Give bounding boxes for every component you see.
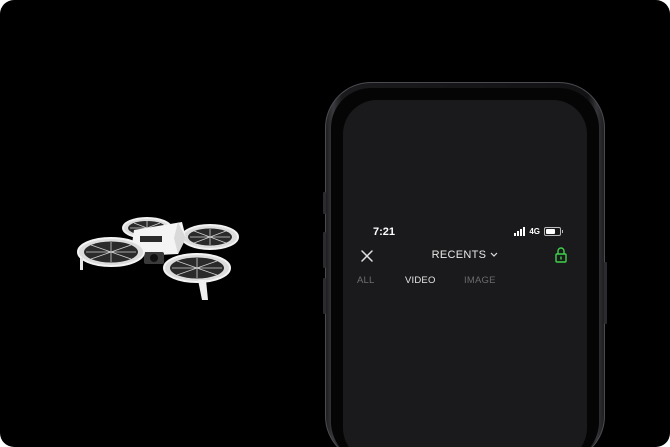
battery-icon <box>544 227 563 236</box>
drone-rotor-front-right <box>163 253 231 300</box>
status-indicators: 4G <box>514 227 563 236</box>
top-bar: RECENTS <box>343 246 587 268</box>
chevron-down-icon <box>490 252 498 257</box>
tab-video[interactable]: VIDEO <box>405 275 436 286</box>
tab-image[interactable]: IMAGE <box>464 275 496 286</box>
phone-side-button <box>323 232 326 268</box>
media-tabs: ALL VIDEO IMAGE <box>357 275 573 289</box>
phone-bezel: 7:21 4G RECENTS ALL VIDEO IMAGE <box>331 88 599 447</box>
network-type: 4G <box>529 227 540 236</box>
tab-all[interactable]: ALL <box>357 275 375 286</box>
drone-rotor-front-left <box>77 237 145 270</box>
album-title: RECENTS <box>431 249 487 261</box>
phone-screen: 7:21 4G RECENTS ALL VIDEO IMAGE <box>343 100 587 447</box>
phone-side-button <box>604 262 607 324</box>
lock-icon[interactable] <box>554 246 568 264</box>
status-time: 7:21 <box>373 226 396 238</box>
drone-rotor-rear-right <box>181 224 239 250</box>
phone-side-button <box>323 278 326 314</box>
phone-side-button <box>323 192 326 214</box>
hero-frame: 7:21 4G RECENTS ALL VIDEO IMAGE <box>0 0 670 447</box>
drone-illustration <box>77 217 239 300</box>
signal-icon <box>514 227 526 236</box>
status-bar: 7:21 4G <box>343 226 587 240</box>
phone-mockup: 7:21 4G RECENTS ALL VIDEO IMAGE <box>323 82 607 447</box>
album-selector[interactable]: RECENTS <box>343 249 587 261</box>
